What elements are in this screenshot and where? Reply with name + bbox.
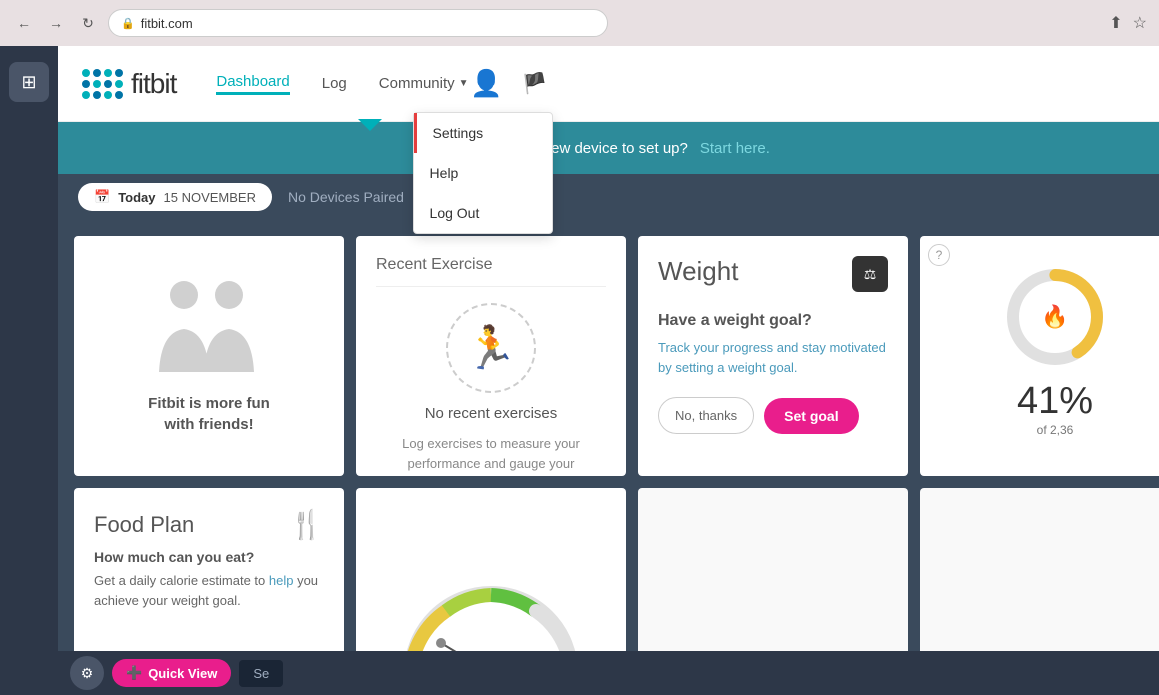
dropdown-logout[interactable]: Log Out — [414, 193, 552, 233]
weight-goal-title: Have a weight goal? — [658, 312, 888, 330]
user-dropdown-menu: Settings Help Log Out — [413, 112, 553, 234]
logo-text: fitbit — [131, 68, 176, 100]
browser-chrome: ← → ↻ 🔒 fitbit.com ⬆ ☆ — [0, 0, 1159, 46]
nav-community[interactable]: Community ▼ — [379, 75, 469, 92]
banner-link[interactable]: Start here. — [700, 140, 770, 157]
friends-card: Fitbit is more fun with friends! — [74, 236, 344, 476]
plus-icon: ➕ — [126, 665, 142, 681]
logo-dot-3 — [104, 69, 112, 77]
url-text: fitbit.com — [141, 16, 193, 31]
no-exercise-text: No recent exercises — [425, 405, 558, 422]
se-button[interactable]: Se — [239, 660, 283, 687]
food-question: How much can you eat? — [94, 549, 324, 565]
friends-text: Fitbit is more fun with friends! — [148, 393, 270, 435]
header-right: 👤 🏴 — [469, 66, 553, 102]
weight-goal-desc: Track your progress and stay motivated b… — [658, 338, 888, 377]
profile-icon: 👤 — [470, 68, 502, 99]
logo-dot-8 — [115, 80, 123, 88]
lock-icon: 🔒 — [121, 17, 135, 30]
runner-circle: 🏃 — [446, 303, 536, 393]
logo-dots — [82, 69, 123, 99]
calendar-icon: 📅 — [94, 189, 110, 205]
logo-dot-7 — [104, 80, 112, 88]
toolbar-settings-button[interactable]: ⚙ — [70, 656, 104, 690]
flag-button[interactable]: 🏴 — [517, 66, 553, 102]
no-devices-text: No Devices Paired — [288, 189, 404, 205]
logo-dot-12 — [115, 91, 123, 99]
browser-actions: ⬆ ☆ — [1109, 13, 1147, 33]
exercise-card-title: Recent Exercise — [376, 256, 606, 274]
nav-dashboard[interactable]: Dashboard — [216, 73, 289, 95]
date-full: 15 NOVEMBER — [164, 190, 256, 205]
calories-percent: 41% — [1017, 380, 1093, 423]
date-bar: 📅 Today 15 NOVEMBER No Devices Paired — [58, 174, 1159, 220]
dropdown-help[interactable]: Help — [414, 153, 552, 193]
forward-button[interactable]: → — [44, 11, 68, 35]
nav-links: Dashboard Log Community ▼ — [216, 73, 468, 95]
header-pointer — [358, 119, 382, 131]
food-desc: Get a daily calorie estimate to help you… — [94, 571, 324, 610]
logo-dot-1 — [82, 69, 90, 77]
exercise-icon-area: 🏃 No recent exercises Log exercises to m… — [376, 303, 606, 476]
community-dropdown-arrow: ▼ — [459, 78, 469, 89]
donut-chart: 🔥 — [1000, 262, 1110, 372]
flag-icon: 🏴 — [522, 71, 547, 96]
exercise-divider — [376, 286, 606, 287]
logo-dot-10 — [93, 91, 101, 99]
back-button[interactable]: ← — [12, 11, 36, 35]
calories-card: ? 🔥 41% of 2,36 — [920, 236, 1159, 476]
logo-dot-6 — [93, 80, 101, 88]
food-plan-title: Food Plan — [94, 512, 194, 538]
food-header: Food Plan 🍴 — [94, 508, 324, 541]
setup-banner: 🔗 Have a new device to set up? Start her… — [58, 122, 1159, 174]
sidebar: ⊞ — [0, 46, 58, 695]
dashboard-grid: Fitbit is more fun with friends! Recent … — [58, 220, 1159, 695]
weight-actions: No, thanks Set goal — [658, 397, 888, 434]
weight-title: Weight — [658, 256, 738, 287]
runner-icon: 🏃 — [465, 324, 517, 373]
reload-button[interactable]: ↻ — [76, 11, 100, 35]
silhouette-svg — [139, 277, 279, 377]
logo-dot-2 — [93, 69, 101, 77]
no-thanks-button[interactable]: No, thanks — [658, 397, 754, 434]
profile-button[interactable]: 👤 — [469, 66, 505, 102]
logo-dot-5 — [82, 80, 90, 88]
logo-dot-9 — [82, 91, 90, 99]
quick-view-label: Quick View — [148, 666, 217, 681]
today-label: Today — [118, 190, 155, 205]
set-goal-button[interactable]: Set goal — [764, 398, 858, 434]
exercise-card: Recent Exercise 🏃 No recent exercises Lo… — [356, 236, 626, 476]
logo-dot-11 — [104, 91, 112, 99]
url-bar[interactable]: 🔒 fitbit.com — [108, 9, 608, 37]
calories-of-text: of 2,36 — [1037, 423, 1074, 437]
logo-area: fitbit — [82, 68, 176, 100]
fire-icon: 🔥 — [1041, 304, 1068, 330]
header-right-container: 👤 🏴 Settings Help Log Out — [469, 66, 553, 102]
dropdown-settings[interactable]: Settings — [414, 113, 552, 153]
main-content: fitbit Dashboard Log Community ▼ 👤 🏴 — [58, 46, 1159, 695]
weight-card: Weight ⚖ Have a weight goal? Track your … — [638, 236, 908, 476]
settings-icon: ⚙ — [81, 665, 94, 682]
utensils-icon: 🍴 — [289, 508, 324, 541]
food-desc-link[interactable]: help — [269, 573, 294, 588]
grid-icon: ⊞ — [21, 72, 36, 93]
weight-icon-box: ⚖ — [852, 256, 888, 292]
friends-silhouettes — [139, 277, 279, 377]
community-label: Community — [379, 75, 455, 92]
bookmark-button[interactable]: ☆ — [1133, 13, 1147, 33]
scale-icon: ⚖ — [864, 266, 877, 283]
nav-log[interactable]: Log — [322, 75, 347, 92]
bottom-toolbar: ⚙ ➕ Quick View Se — [58, 651, 1159, 695]
date-pill: 📅 Today 15 NOVEMBER — [78, 183, 272, 211]
quick-view-button[interactable]: ➕ Quick View — [112, 659, 231, 687]
logo-dot-4 — [115, 69, 123, 77]
sidebar-grid-icon[interactable]: ⊞ — [9, 62, 49, 102]
exercise-hint: Log exercises to measure your performanc… — [376, 434, 606, 476]
calories-help-button[interactable]: ? — [928, 244, 950, 266]
app-container: ⊞ fitbit — [0, 46, 1159, 695]
weight-header: Weight ⚖ — [658, 256, 888, 292]
share-button[interactable]: ⬆ — [1109, 13, 1122, 33]
app-header: fitbit Dashboard Log Community ▼ 👤 🏴 — [58, 46, 1159, 122]
